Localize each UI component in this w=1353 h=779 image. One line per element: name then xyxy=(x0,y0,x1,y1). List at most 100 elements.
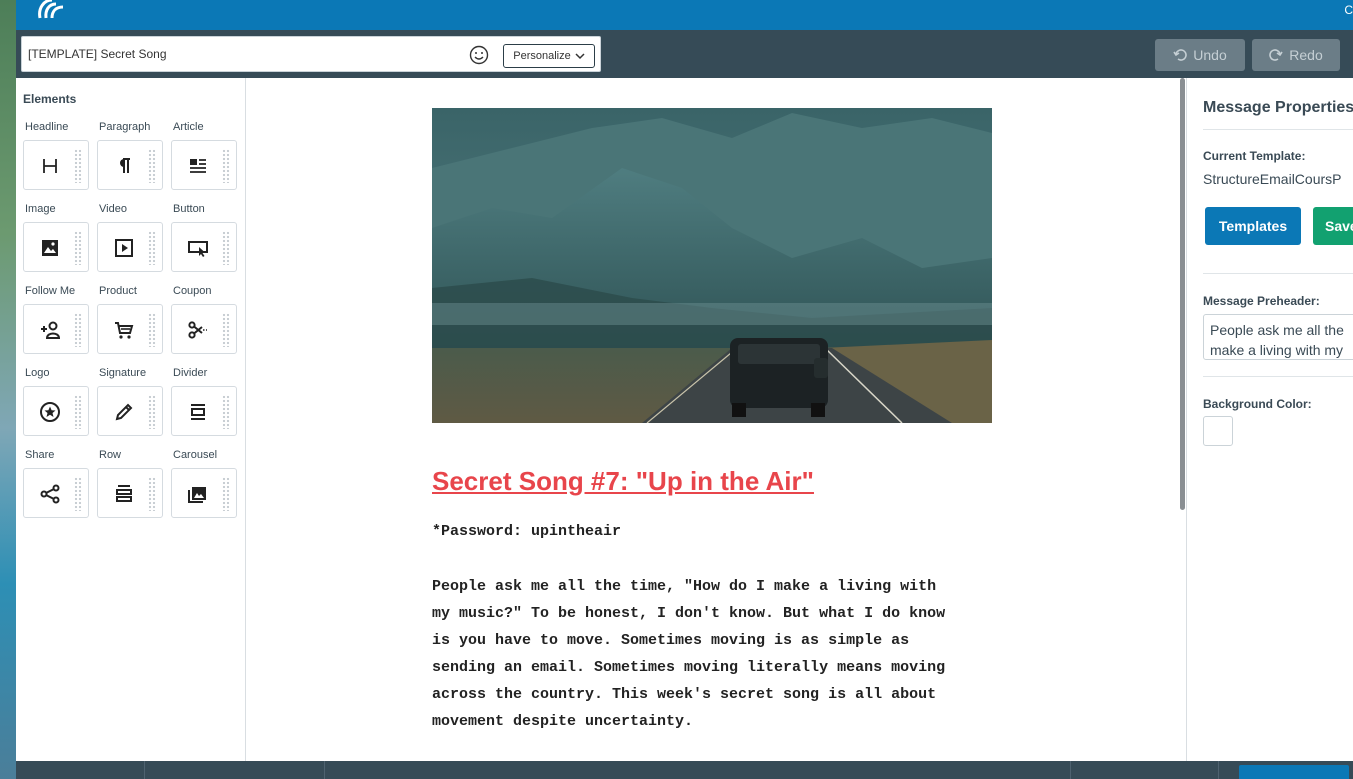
body-line: is you have to move. Sometimes moving is… xyxy=(432,632,910,649)
element-tile[interactable] xyxy=(23,304,89,354)
element-tile[interactable] xyxy=(171,386,237,436)
redo-label: Redo xyxy=(1289,47,1323,63)
drag-handle[interactable] xyxy=(222,395,230,429)
body-line: People ask me all the time, "How do I ma… xyxy=(432,578,937,595)
email-headline[interactable]: Secret Song #7: "Up in the Air" xyxy=(432,466,814,497)
element-logo[interactable]: Logo xyxy=(23,367,89,436)
pen-icon xyxy=(115,403,133,421)
element-signature[interactable]: Signature xyxy=(97,367,163,436)
drag-handle[interactable] xyxy=(222,313,230,347)
element-button[interactable]: Button xyxy=(171,203,237,272)
drag-handle[interactable] xyxy=(148,395,156,429)
chevron-down-icon xyxy=(575,53,585,60)
element-tile[interactable] xyxy=(23,140,89,190)
element-tile[interactable] xyxy=(171,468,237,518)
follow-me-icon xyxy=(41,321,61,339)
subject-text[interactable]: [TEMPLATE] Secret Song xyxy=(28,47,167,61)
divider-icon xyxy=(191,404,205,420)
drag-handle[interactable] xyxy=(222,477,230,511)
image-icon xyxy=(42,240,58,256)
separator xyxy=(144,761,145,779)
element-label: Share xyxy=(25,449,55,461)
drag-handle[interactable] xyxy=(74,313,82,347)
scissors-icon xyxy=(188,321,207,339)
element-headline[interactable]: Headline xyxy=(23,121,89,190)
element-label: Row xyxy=(99,449,122,461)
personalize-dropdown[interactable]: Personalize xyxy=(503,44,595,68)
row-icon xyxy=(116,485,132,502)
element-tile[interactable] xyxy=(171,304,237,354)
element-label: Video xyxy=(99,203,127,215)
email-paragraph[interactable]: People ask me all the time, "How do I ma… xyxy=(432,573,992,735)
email-header-image[interactable] xyxy=(432,108,992,423)
templates-button[interactable]: Templates xyxy=(1205,207,1301,245)
preheader-textarea[interactable]: People ask me all the make a living with… xyxy=(1203,314,1353,360)
body-line: my music?" To be honest, I don't know. B… xyxy=(432,605,946,622)
element-row[interactable]: Row xyxy=(97,449,163,518)
redo-icon xyxy=(1269,49,1283,61)
element-tile[interactable] xyxy=(23,386,89,436)
drag-handle[interactable] xyxy=(148,231,156,265)
element-video[interactable]: Video xyxy=(97,203,163,272)
drag-handle[interactable] xyxy=(74,395,82,429)
drag-handle[interactable] xyxy=(148,477,156,511)
app-logo[interactable] xyxy=(36,0,66,22)
body-line: across the country. This week's secret s… xyxy=(432,686,937,703)
element-share[interactable]: Share xyxy=(23,449,89,518)
element-divider[interactable]: Divider xyxy=(171,367,237,436)
background-color-swatch[interactable] xyxy=(1203,416,1233,446)
undo-button[interactable]: Undo xyxy=(1155,39,1245,71)
element-paragraph[interactable]: Paragraph xyxy=(97,121,163,190)
element-tile[interactable] xyxy=(97,468,163,518)
drag-handle[interactable] xyxy=(74,477,82,511)
carousel-icon xyxy=(188,487,206,503)
emoji-icon[interactable] xyxy=(469,45,489,65)
element-image[interactable]: Image xyxy=(23,203,89,272)
divider xyxy=(1203,273,1353,274)
element-tile[interactable] xyxy=(23,468,89,518)
star-badge-icon xyxy=(40,402,60,422)
drag-handle[interactable] xyxy=(222,231,230,265)
element-product[interactable]: Product xyxy=(97,285,163,354)
separator xyxy=(324,761,325,779)
top-bar: C xyxy=(16,0,1353,30)
element-coupon[interactable]: Coupon xyxy=(171,285,237,354)
element-follow-me[interactable]: Follow Me xyxy=(23,285,89,354)
cart-icon xyxy=(115,322,134,339)
preheader-label: Message Preheader: xyxy=(1203,294,1320,308)
elements-panel: Elements Headline Paragraph Article Imag… xyxy=(16,78,246,761)
redo-button[interactable]: Redo xyxy=(1252,39,1340,71)
top-right-clipped-text: C xyxy=(1344,3,1353,17)
editor-toolbar: [TEMPLATE] Secret Song Personalize Undo … xyxy=(16,30,1353,78)
element-tile[interactable] xyxy=(97,386,163,436)
drag-handle[interactable] xyxy=(222,149,230,183)
primary-action-button[interactable] xyxy=(1239,765,1349,779)
canvas-scrollbar[interactable] xyxy=(1180,78,1185,510)
divider xyxy=(1203,129,1353,130)
background-color-label: Background Color: xyxy=(1203,397,1312,411)
element-carousel[interactable]: Carousel xyxy=(171,449,237,518)
body-line: movement despite uncertainty. xyxy=(432,713,694,730)
element-tile[interactable] xyxy=(97,140,163,190)
element-label: Image xyxy=(25,203,56,215)
drag-handle[interactable] xyxy=(74,149,82,183)
element-label: Logo xyxy=(25,367,50,379)
element-tile[interactable] xyxy=(97,304,163,354)
drag-handle[interactable] xyxy=(148,149,156,183)
body-line: sending an email. Sometimes moving liter… xyxy=(432,659,946,676)
element-label: Product xyxy=(99,285,137,297)
element-tile[interactable] xyxy=(23,222,89,272)
element-article[interactable]: Article xyxy=(171,121,237,190)
message-properties-panel: Message Properties Current Template: Str… xyxy=(1186,78,1353,761)
email-password-line[interactable]: *Password: upintheair xyxy=(432,523,621,540)
drag-handle[interactable] xyxy=(148,313,156,347)
current-template-label: Current Template: xyxy=(1203,149,1306,163)
element-tile[interactable] xyxy=(97,222,163,272)
drag-handle[interactable] xyxy=(74,231,82,265)
element-label: Paragraph xyxy=(99,121,151,133)
subject-field[interactable]: [TEMPLATE] Secret Song Personalize xyxy=(21,36,601,72)
element-tile[interactable] xyxy=(171,140,237,190)
save-button[interactable]: Save xyxy=(1313,207,1353,245)
elements-title: Elements xyxy=(23,92,77,106)
element-tile[interactable] xyxy=(171,222,237,272)
